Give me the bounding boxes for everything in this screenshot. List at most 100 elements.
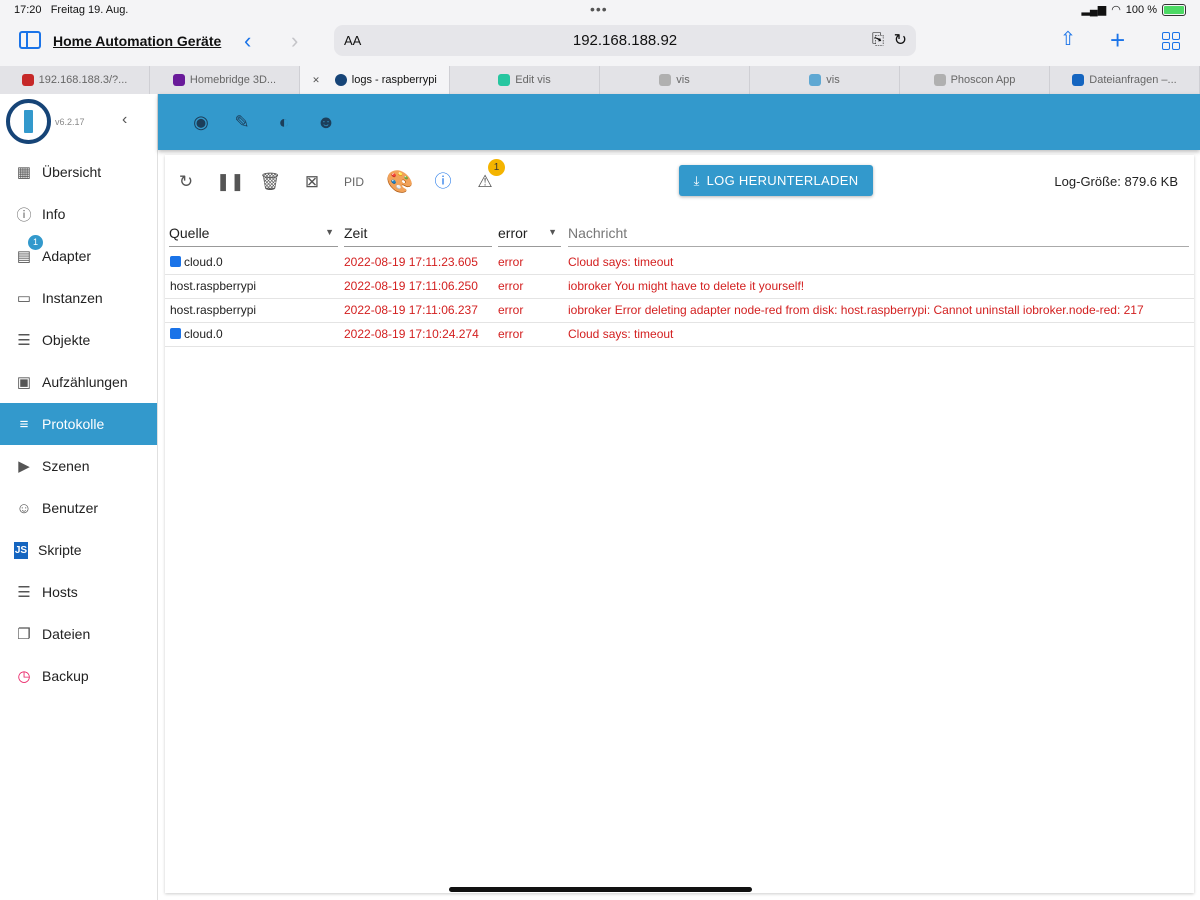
sidebar-toggle-icon[interactable] [19, 31, 41, 49]
back-arrow-icon[interactable]: ‹ [244, 28, 251, 54]
address-bar[interactable]: AA 192.168.188.92 ⎘ ↻ [334, 25, 916, 56]
multitasking-dots-icon[interactable]: ••• [590, 1, 608, 17]
sidebar-item-objekte[interactable]: ☰ Objekte [0, 319, 157, 361]
tab-favicon-icon [809, 74, 822, 86]
tab-label: 192.168.188.3/?... [38, 74, 128, 86]
user-icon: ☺ [16, 499, 32, 517]
tab-favicon-icon [659, 74, 672, 86]
time-filter[interactable]: Zeit [344, 219, 492, 247]
log-row[interactable]: cloud.0 2022-08-19 17:10:24.274 error Cloud… [165, 322, 1194, 347]
tab-label: Dateianfragen –... [1089, 74, 1177, 86]
message-filter-placeholder: Nachricht [568, 225, 628, 241]
sidebar-item-übersicht[interactable]: ▦ Übersicht [0, 151, 157, 193]
sidebar-item-label: Info [42, 206, 66, 222]
delete-log-file-icon[interactable]: ⊠ [300, 170, 324, 194]
close-tab-icon[interactable]: ✕ [312, 75, 320, 86]
forward-arrow-icon[interactable]: › [291, 28, 298, 54]
update-count-badge: 1 [28, 235, 43, 250]
log-time: 2022-08-19 17:11:06.250 [339, 274, 493, 299]
tab-favicon-icon [498, 74, 511, 86]
tab-favicon-icon [172, 74, 185, 86]
sidebar-item-skripte[interactable]: JS Skripte [0, 529, 157, 571]
log-time: 2022-08-19 17:11:06.237 [339, 298, 493, 323]
sidebar-item-backup[interactable]: ◷ Backup [0, 655, 157, 697]
theme-toggle-icon[interactable]: ◐ [273, 111, 295, 133]
log-severity: error [493, 298, 563, 323]
download-log-button[interactable]: ⤓ LOG HERUNTERLADEN [679, 165, 873, 196]
sidebar-menu: ▦ Übersicht ⓘ Info ▤ Adapter 1 ▭ Instanzen ☰ Objek… [0, 151, 157, 697]
apps-grid-icon: ▦ [16, 164, 32, 181]
log-row[interactable]: host.raspberrypi 2022-08-19 17:11:06.250 e… [165, 274, 1194, 299]
wrench-icon[interactable]: ✎ [231, 111, 253, 133]
log-message-text: iobroker You might have to delete it you… [568, 279, 805, 293]
browser-tab[interactable]: ✕ logs - raspberrypi [300, 66, 450, 94]
browser-tab[interactable]: vis [750, 66, 900, 94]
url-text[interactable]: 192.168.188.92 [334, 32, 916, 49]
log-severity-text: error [498, 327, 524, 341]
collapse-sidebar-icon[interactable]: ‹ [122, 111, 127, 129]
sidebar-item-label: Objekte [42, 332, 91, 348]
sidebar-item-protokolle[interactable]: ≡ Protokolle [0, 403, 157, 445]
log-source-text: cloud.0 [184, 254, 223, 269]
pause-icon[interactable]: ❚❚ [216, 170, 245, 194]
sidebar-item-szenen[interactable]: ▶ Szenen [0, 445, 157, 487]
browser-tab[interactable]: Phoscon App [900, 66, 1050, 94]
log-severity-text: error [498, 303, 524, 317]
warning-count-badge: 1 [488, 159, 505, 176]
sidebar-item-aufzählungen[interactable]: ▣ Aufzählungen [0, 361, 157, 403]
tab-group-title[interactable]: Home Automation Geräte [53, 33, 221, 49]
delete-icon[interactable]: 🗑 [258, 170, 282, 194]
browser-tab[interactable]: Homebridge 3D... [150, 66, 300, 94]
tab-favicon-icon [21, 74, 34, 86]
message-filter-input[interactable]: Nachricht [568, 219, 1189, 247]
source-filter[interactable]: Quelle ▼ [169, 219, 338, 247]
objects-list-icon: ☰ [17, 332, 31, 349]
palette-icon[interactable]: 🎨 [386, 170, 413, 194]
scenes-icon: ▶ [18, 458, 30, 475]
logs-toolbar: ↻ ❚❚ 🗑 ⊠ PID 🎨 ⓘ ⚠ 1 ⤓ LOG HERUNTERLADEN… [165, 155, 1194, 205]
sidebar-item-dateien[interactable]: ❐ Dateien [0, 613, 157, 655]
browser-tab[interactable]: vis [600, 66, 750, 94]
info-icon: ⓘ [16, 206, 32, 224]
sidebar-item-label: Protokolle [42, 416, 105, 432]
log-row[interactable]: host.raspberrypi 2022-08-19 17:11:06.237 e… [165, 298, 1194, 323]
home-indicator[interactable] [449, 887, 752, 892]
browser-tab[interactable]: 192.168.188.3/?... [0, 66, 150, 94]
browser-toolbar: Home Automation Geräte ‹ › AA 192.168.18… [0, 22, 1200, 66]
severity-filter[interactable]: error ▼ [498, 219, 561, 247]
chevron-down-icon: ▼ [325, 227, 334, 237]
share-icon[interactable]: ⇧ [1060, 28, 1076, 51]
browser-tab[interactable]: Dateianfragen –... [1050, 66, 1200, 94]
tab-overview-icon[interactable] [1162, 32, 1180, 50]
extension-icon[interactable]: ⎘ [872, 31, 884, 48]
reload-icon[interactable]: ↻ [894, 30, 907, 50]
admin-sidebar: v6.2.17 ‹ ▦ Übersicht ⓘ Info ▤ Adapter 1 ▭ Insta… [0, 94, 158, 900]
download-icon: ⤓ [693, 172, 700, 188]
tab-favicon-icon [933, 74, 946, 86]
iobroker-logo[interactable] [6, 99, 51, 144]
sidebar-item-hosts[interactable]: ☰ Hosts [0, 571, 157, 613]
refresh-icon[interactable]: ↻ [174, 170, 198, 194]
time-filter-label: Zeit [344, 225, 368, 241]
tab-label: logs - raspberrypi [351, 74, 437, 86]
log-severity-text: error [498, 279, 524, 293]
sidebar-item-info[interactable]: ⓘ Info [0, 193, 157, 235]
sidebar-item-label: Benutzer [42, 500, 99, 516]
sidebar-item-benutzer[interactable]: ☺ Benutzer [0, 487, 157, 529]
app-header: ◉ ✎ ◐ ☻ [158, 94, 1200, 150]
sidebar-item-label: Skripte [38, 542, 82, 558]
sidebar-item-label: Übersicht [42, 164, 102, 180]
browser-tab[interactable]: Edit vis [450, 66, 600, 94]
error-info-icon[interactable]: ⓘ [431, 170, 455, 194]
log-source-text: host.raspberrypi [170, 279, 257, 293]
sidebar-item-adapter[interactable]: ▤ Adapter 1 [0, 235, 157, 277]
sidebar-item-instanzen[interactable]: ▭ Instanzen [0, 277, 157, 319]
log-filters: Quelle ▼ Zeit error ▼ Nachricht [165, 219, 1194, 249]
log-severity-text: error [498, 254, 524, 269]
eye-icon[interactable]: ◉ [190, 111, 212, 133]
new-tab-icon[interactable]: + [1110, 25, 1125, 56]
pid-toggle[interactable]: PID [339, 170, 369, 194]
sidebar-item-label: Backup [42, 668, 89, 684]
expert-mode-icon[interactable]: ☻ [315, 111, 337, 133]
log-row[interactable]: cloud.0 2022-08-19 17:11:23.605 error Cloud… [165, 250, 1194, 275]
